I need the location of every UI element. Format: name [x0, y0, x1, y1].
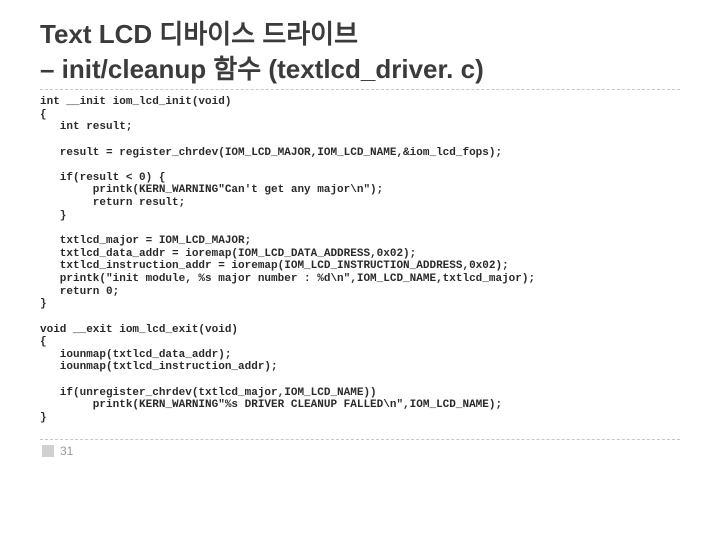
page-footer: 31: [40, 444, 680, 458]
slide-title-line1: Text LCD 디바이스 드라이브: [40, 18, 680, 51]
page-number: 31: [60, 444, 73, 458]
bottom-divider: [40, 439, 680, 440]
slide: Text LCD 디바이스 드라이브 – init/cleanup 함수 (te…: [0, 0, 720, 458]
code-block: int __init iom_lcd_init(void) { int resu…: [40, 96, 680, 425]
title-divider: [40, 89, 680, 90]
slide-title-line2: – init/cleanup 함수 (textlcd_driver. c): [40, 53, 680, 86]
page-marker-icon: [42, 445, 54, 457]
